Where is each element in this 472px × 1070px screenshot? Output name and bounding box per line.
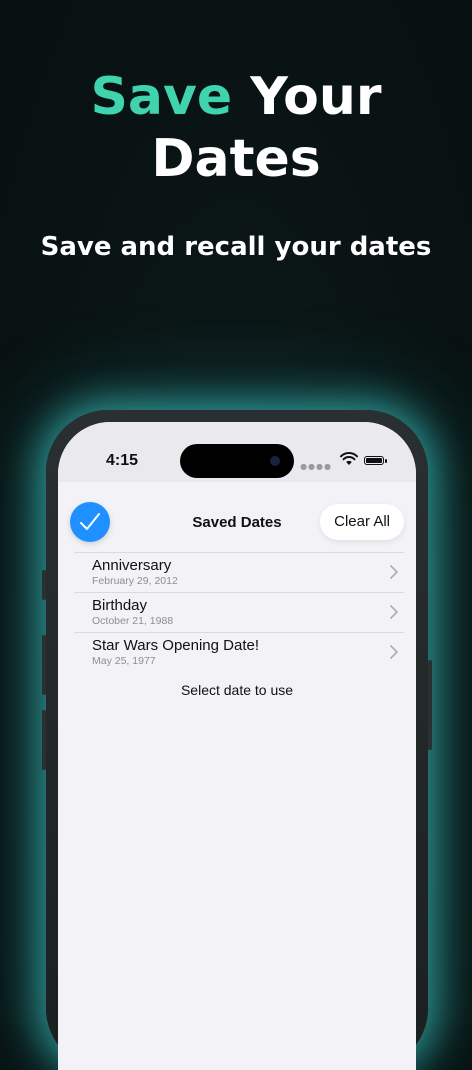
wifi-icon <box>340 452 358 465</box>
date-title: Anniversary <box>92 557 172 574</box>
list-item[interactable]: Anniversary February 29, 2012 <box>74 552 404 592</box>
chevron-right-icon <box>390 645 398 659</box>
date-value: October 21, 1988 <box>92 615 174 627</box>
volume-down-button <box>42 710 46 770</box>
promo-subtitle: Save and recall your dates <box>40 232 432 262</box>
headline-accent: Save <box>90 67 233 127</box>
date-title: Star Wars Opening Date! <box>92 637 260 654</box>
chevron-right-icon <box>390 605 398 619</box>
headline-line2: Dates <box>151 129 321 189</box>
promo-headline: Save Your Dates <box>0 66 472 190</box>
date-value: May 25, 1977 <box>92 655 156 667</box>
battery-icon <box>364 456 387 465</box>
volume-up-button <box>42 635 46 695</box>
date-value: February 29, 2012 <box>92 575 178 587</box>
action-button <box>42 570 46 600</box>
dynamic-island <box>180 444 294 478</box>
saved-dates-sheet: Saved Dates Clear All Anniversary Februa… <box>58 492 416 1070</box>
list-item[interactable]: Star Wars Opening Date! May 25, 1977 <box>74 632 404 672</box>
camera-icon <box>270 456 280 466</box>
phone-screen: 4:15 ●●●● Saved Dates Clear All Annivers… <box>58 422 416 1070</box>
power-button <box>428 660 432 750</box>
select-hint: Select date to use <box>180 682 294 698</box>
date-title: Birthday <box>92 597 148 614</box>
clear-all-button[interactable]: Clear All <box>320 504 404 540</box>
status-bar: 4:15 ●●●● <box>58 422 416 482</box>
headline-word: Your <box>250 67 382 127</box>
status-time: 4:15 <box>106 452 139 469</box>
cellular-dots-icon: ●●●● <box>300 462 332 471</box>
saved-dates-list: Anniversary February 29, 2012 Birthday O… <box>74 552 404 672</box>
chevron-right-icon <box>390 565 398 579</box>
phone-frame: 4:15 ●●●● Saved Dates Clear All Annivers… <box>42 410 432 1070</box>
list-item[interactable]: Birthday October 21, 1988 <box>74 592 404 632</box>
